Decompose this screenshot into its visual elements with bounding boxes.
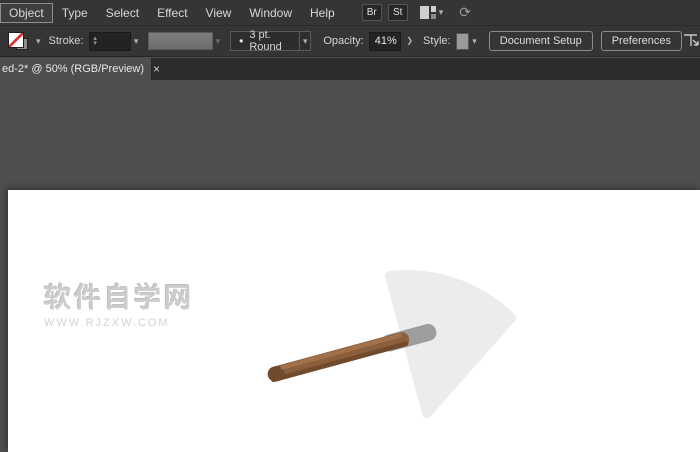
document-tab-bar: ed-2* @ 50% (RGB/Preview) × <box>0 58 700 80</box>
menu-bar: Object Type Select Effect View Window He… <box>0 0 700 25</box>
illustrator-window: Object Type Select Effect View Window He… <box>0 0 700 452</box>
align-panel-icon <box>682 32 700 48</box>
stroke-weight-stepper[interactable]: ▴ ▾ <box>93 36 97 46</box>
brush-preview-icon: • <box>239 34 243 48</box>
width-profile-chevron-icon[interactable]: ▾ <box>216 37 221 46</box>
stepper-down-icon: ▾ <box>93 41 97 46</box>
style-swatch[interactable] <box>456 33 470 50</box>
fill-stroke-proxy[interactable] <box>8 30 32 52</box>
menu-type[interactable]: Type <box>53 3 97 23</box>
menu-object[interactable]: Object <box>0 3 53 23</box>
style-label: Style: <box>423 35 451 47</box>
menu-help[interactable]: Help <box>301 3 344 23</box>
document-tab[interactable]: ed-2* @ 50% (RGB/Preview) × <box>0 58 152 80</box>
document-setup-button[interactable]: Document Setup <box>489 31 593 51</box>
chevron-down-icon: ▾ <box>303 37 308 46</box>
opacity-panel-chevron-icon[interactable]: ❯ <box>406 37 413 45</box>
share-icon[interactable]: ⟳ <box>459 4 471 21</box>
style-dropdown-chevron-icon[interactable]: ▾ <box>472 37 477 46</box>
tab-close-icon[interactable]: × <box>153 62 160 76</box>
chevron-down-icon: ▾ <box>439 8 444 17</box>
stock-button[interactable]: St <box>388 4 408 21</box>
canvas-area: 软件自学网 WWW.RJZXW.COM <box>0 80 700 452</box>
fill-none-swatch <box>8 32 24 48</box>
stroke-weight-input[interactable]: ▴ ▾ <box>89 32 131 51</box>
workspace-switcher[interactable]: ▾ <box>420 6 444 19</box>
menu-window[interactable]: Window <box>240 3 301 23</box>
stroke-weight-dropdown-icon[interactable]: ▾ <box>134 37 139 46</box>
preferences-button[interactable]: Preferences <box>601 31 682 51</box>
brush-value: 3 pt. Round <box>249 29 291 53</box>
opacity-input[interactable]: 41% <box>369 32 402 51</box>
menu-effect[interactable]: Effect <box>148 3 196 23</box>
bridge-button[interactable]: Br <box>362 4 382 21</box>
opacity-label[interactable]: Opacity: <box>323 35 363 47</box>
tab-title: ed-2* @ 50% (RGB/Preview) <box>2 63 144 75</box>
width-profile-dropdown[interactable] <box>148 32 212 50</box>
brush-definition-dropdown[interactable]: • 3 pt. Round <box>230 31 300 51</box>
control-bar: ▾ Stroke: ▴ ▾ ▾ ▾ • 3 pt. Round ▾ Opacit… <box>0 25 700 57</box>
shovel-handle-underside <box>271 341 409 383</box>
brush-dropdown-button[interactable]: ▾ <box>300 31 311 51</box>
workspace-switcher-icon <box>420 6 436 19</box>
panel-menu-icon[interactable] <box>682 32 700 51</box>
menu-select[interactable]: Select <box>97 3 148 23</box>
fill-dropdown-chevron-icon[interactable]: ▾ <box>36 37 41 46</box>
stroke-label[interactable]: Stroke: <box>49 35 84 47</box>
menu-view[interactable]: View <box>197 3 241 23</box>
artboard[interactable]: 软件自学网 WWW.RJZXW.COM <box>8 190 700 452</box>
artwork <box>8 190 700 452</box>
